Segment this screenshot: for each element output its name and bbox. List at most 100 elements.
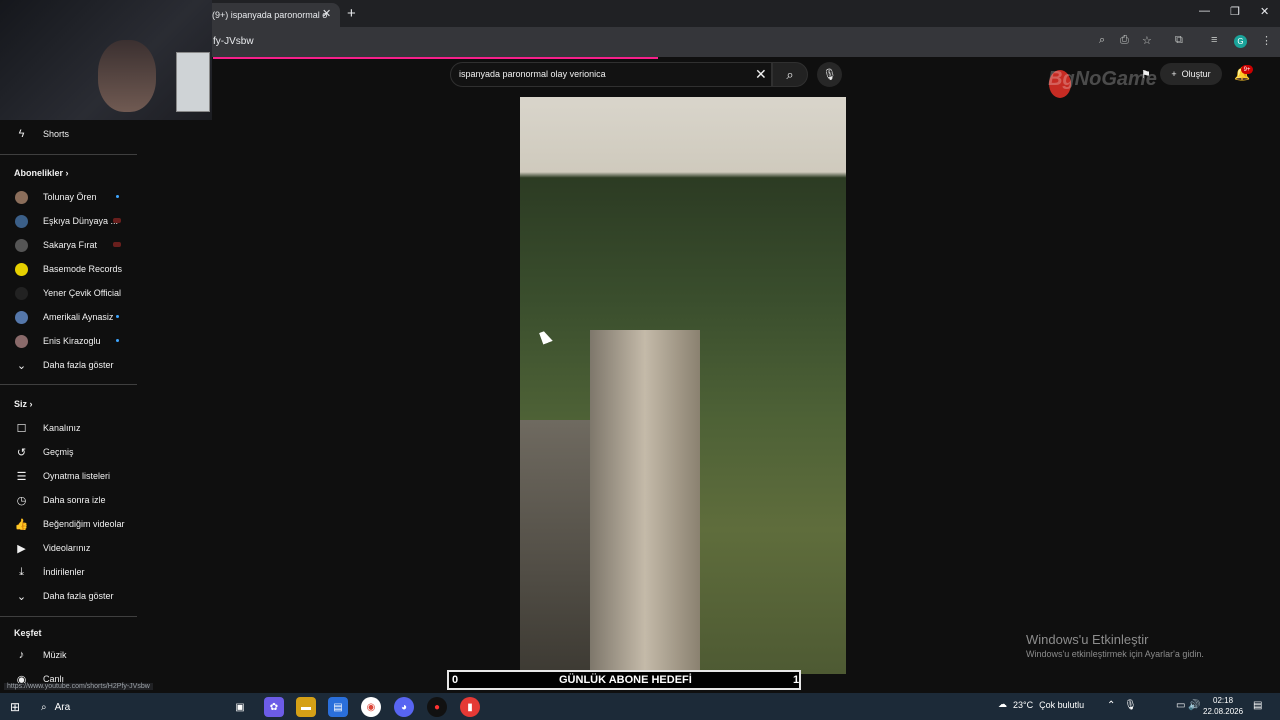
tray-chevron-icon[interactable]: ⌃ (1107, 700, 1115, 711)
sidebar-item-you[interactable]: ▶ Videolarınız (0, 536, 137, 560)
subscriptions-header[interactable]: Abonelikler › (14, 168, 69, 178)
discord-icon[interactable]: ◕ (394, 697, 414, 717)
sidebar-item-label: İndirilenler (43, 567, 85, 577)
sidebar-item-subscription[interactable]: Eşkıya Dünyaya ... (0, 209, 137, 233)
zoom-icon[interactable]: ⌕ (1099, 34, 1105, 47)
profile-avatar[interactable]: G (1234, 35, 1247, 48)
sidebar-item-label: Basemode Records (43, 264, 123, 274)
mic-tray-icon[interactable]: 🎙 (1124, 700, 1137, 711)
sidebar-item-subscription[interactable]: Yener Çevik Official (0, 281, 137, 305)
sidebar-item-subscription[interactable]: Amerikali Aynasiz (0, 305, 137, 329)
live-indicator-icon (113, 218, 121, 223)
music-icon: ♪ (18, 649, 25, 661)
sidebar-item-explore[interactable]: ♪ Müzik (0, 643, 137, 667)
cloud-icon: ☁ (998, 699, 1007, 709)
sidebar-item-label: Daha sonra izle (43, 495, 106, 505)
search-button[interactable]: ⌕ (772, 62, 808, 87)
sidebar-item-subscription[interactable]: Basemode Records (0, 257, 137, 281)
sidebar-item-label: Daha fazla göster (43, 360, 114, 370)
webcam-device (176, 52, 210, 112)
history-icon: ↺ (16, 446, 27, 459)
sidebar-item-label: Sakarya Fırat (43, 240, 98, 250)
browser-tab[interactable]: (9+) ispanyada paronormal o (200, 3, 340, 27)
volume-icon[interactable]: 🔊 (1188, 700, 1200, 711)
status-url: https://www.youtube.com/shorts/H2Pfy-JVs… (4, 683, 153, 690)
activation-subtitle: Windows'u etkinleştirmek için Ayarlar'a … (1026, 649, 1204, 659)
tab-title: (9+) ispanyada paronormal o (212, 10, 328, 20)
bookmark-star-icon[interactable]: ☆ (1142, 34, 1152, 47)
chevron-right-icon: › (65, 168, 69, 178)
weather-widget[interactable]: ☁ 23°C Çok bulutlu (998, 699, 1084, 710)
shorts-icon: ϟ (18, 128, 25, 140)
create-button[interactable]: + Oluştur (1160, 63, 1222, 85)
goal-current: 0 (452, 674, 459, 686)
subscriber-goal-overlay: 0 GÜNLÜK ABONE HEDEFİ 1 (447, 670, 801, 690)
avatar (15, 214, 28, 228)
avatar (15, 238, 28, 252)
sidebar-item-you[interactable]: ↺ Geçmiş (0, 440, 137, 464)
notification-badge: 9+ (1241, 65, 1253, 74)
sidebar-item-subscription[interactable]: Sakarya Fırat (0, 233, 137, 257)
you-header[interactable]: Siz › (14, 399, 33, 409)
avatar (15, 262, 28, 276)
tab-close-icon[interactable]: ✕ (322, 7, 331, 20)
sidebar-divider (0, 384, 137, 385)
taskbar-clock[interactable]: 02:18 22.08.2026 (1203, 695, 1243, 717)
close-window-icon[interactable]: ✕ (1260, 5, 1269, 18)
recording-app-icon[interactable]: ▮ (460, 697, 480, 717)
avatar (15, 334, 28, 348)
chevron-down-icon: ⌄ (16, 359, 27, 372)
extensions-icon[interactable]: ⧉ (1175, 34, 1183, 47)
task-view-icon[interactable]: ▣ (230, 697, 250, 717)
sidebar-item-you[interactable]: ☐ Kanalınız (0, 416, 137, 440)
sidebar-item-label: Eşkıya Dünyaya ... (43, 216, 119, 226)
sidebar-item-you[interactable]: ☰ Oynatma listeleri (0, 464, 137, 488)
store-icon[interactable]: ▤ (328, 697, 348, 717)
clear-search-icon[interactable]: ✕ (755, 66, 767, 83)
notification-center-icon[interactable]: ▤ (1253, 700, 1262, 711)
show-more-subscriptions[interactable]: ⌄ Daha fazla göster (0, 353, 137, 377)
cast-icon[interactable]: ⚑ (1141, 68, 1151, 81)
download-icon: ⤓ (19, 565, 24, 578)
sidebar-item-label: Yener Çevik Official (43, 288, 122, 298)
sidebar-divider (0, 154, 137, 155)
like-icon: 👍 (14, 518, 29, 531)
sidebar-item-you[interactable]: 👍 Beğendiğim videolar (0, 512, 137, 536)
loading-progress-bar (213, 57, 658, 59)
file-explorer-icon[interactable]: ▬ (296, 697, 316, 717)
microphone-icon: 🎙 (822, 69, 837, 81)
sidebar-item-you[interactable]: ◷ Daha sonra izle (0, 488, 137, 512)
url-text[interactable]: fy-JVsbw (213, 36, 254, 47)
sidebar-item-you[interactable]: ⤓ İndirilenler (0, 560, 137, 584)
plus-icon: + (1171, 69, 1177, 79)
sidebar-item-label: Enis Kirazoglu (43, 336, 101, 346)
search-input[interactable]: ispanyada paronormal olay verionica (459, 69, 606, 79)
chrome-icon[interactable]: ◉ (361, 697, 381, 717)
new-content-dot (116, 195, 119, 198)
channel-icon: ☐ (16, 422, 27, 435)
taskbar-search[interactable]: ⌕ Ara (37, 697, 222, 717)
chevron-down-icon: ⌄ (16, 590, 27, 603)
app-icon[interactable]: ● (427, 697, 447, 717)
browser-menu-icon[interactable]: ⋮ (1261, 34, 1272, 47)
sidebar-item-label: Tolunay Ören (43, 192, 97, 202)
show-more-you[interactable]: ⌄ Daha fazla göster (0, 584, 137, 608)
search-icon: ⌕ (786, 66, 794, 82)
sidebar-item-subscription[interactable]: Enis Kirazoglu (0, 329, 137, 353)
sidebar-item-label: Shorts (43, 129, 70, 139)
search-icon: ⌕ (41, 701, 47, 713)
video-building-wall (520, 420, 590, 674)
minimize-icon[interactable]: — (1199, 5, 1210, 17)
sidebar-divider (0, 616, 137, 617)
voice-search-button[interactable]: 🎙 (817, 62, 842, 87)
new-tab-icon[interactable]: + (347, 5, 356, 22)
install-app-icon[interactable]: ⎙ (1120, 34, 1129, 47)
network-icon[interactable]: ▭ (1176, 700, 1185, 711)
windows-start-icon[interactable]: ⊞ (10, 700, 20, 714)
goal-target: 1 (793, 674, 800, 686)
copilot-icon[interactable]: ✿ (264, 697, 284, 717)
media-control-icon[interactable]: ≡ (1211, 34, 1217, 46)
restore-icon[interactable]: ❐ (1230, 5, 1240, 18)
sidebar-item-subscription[interactable]: Tolunay Ören (0, 185, 137, 209)
sidebar-item-shorts[interactable]: ϟ Shorts (0, 122, 137, 146)
